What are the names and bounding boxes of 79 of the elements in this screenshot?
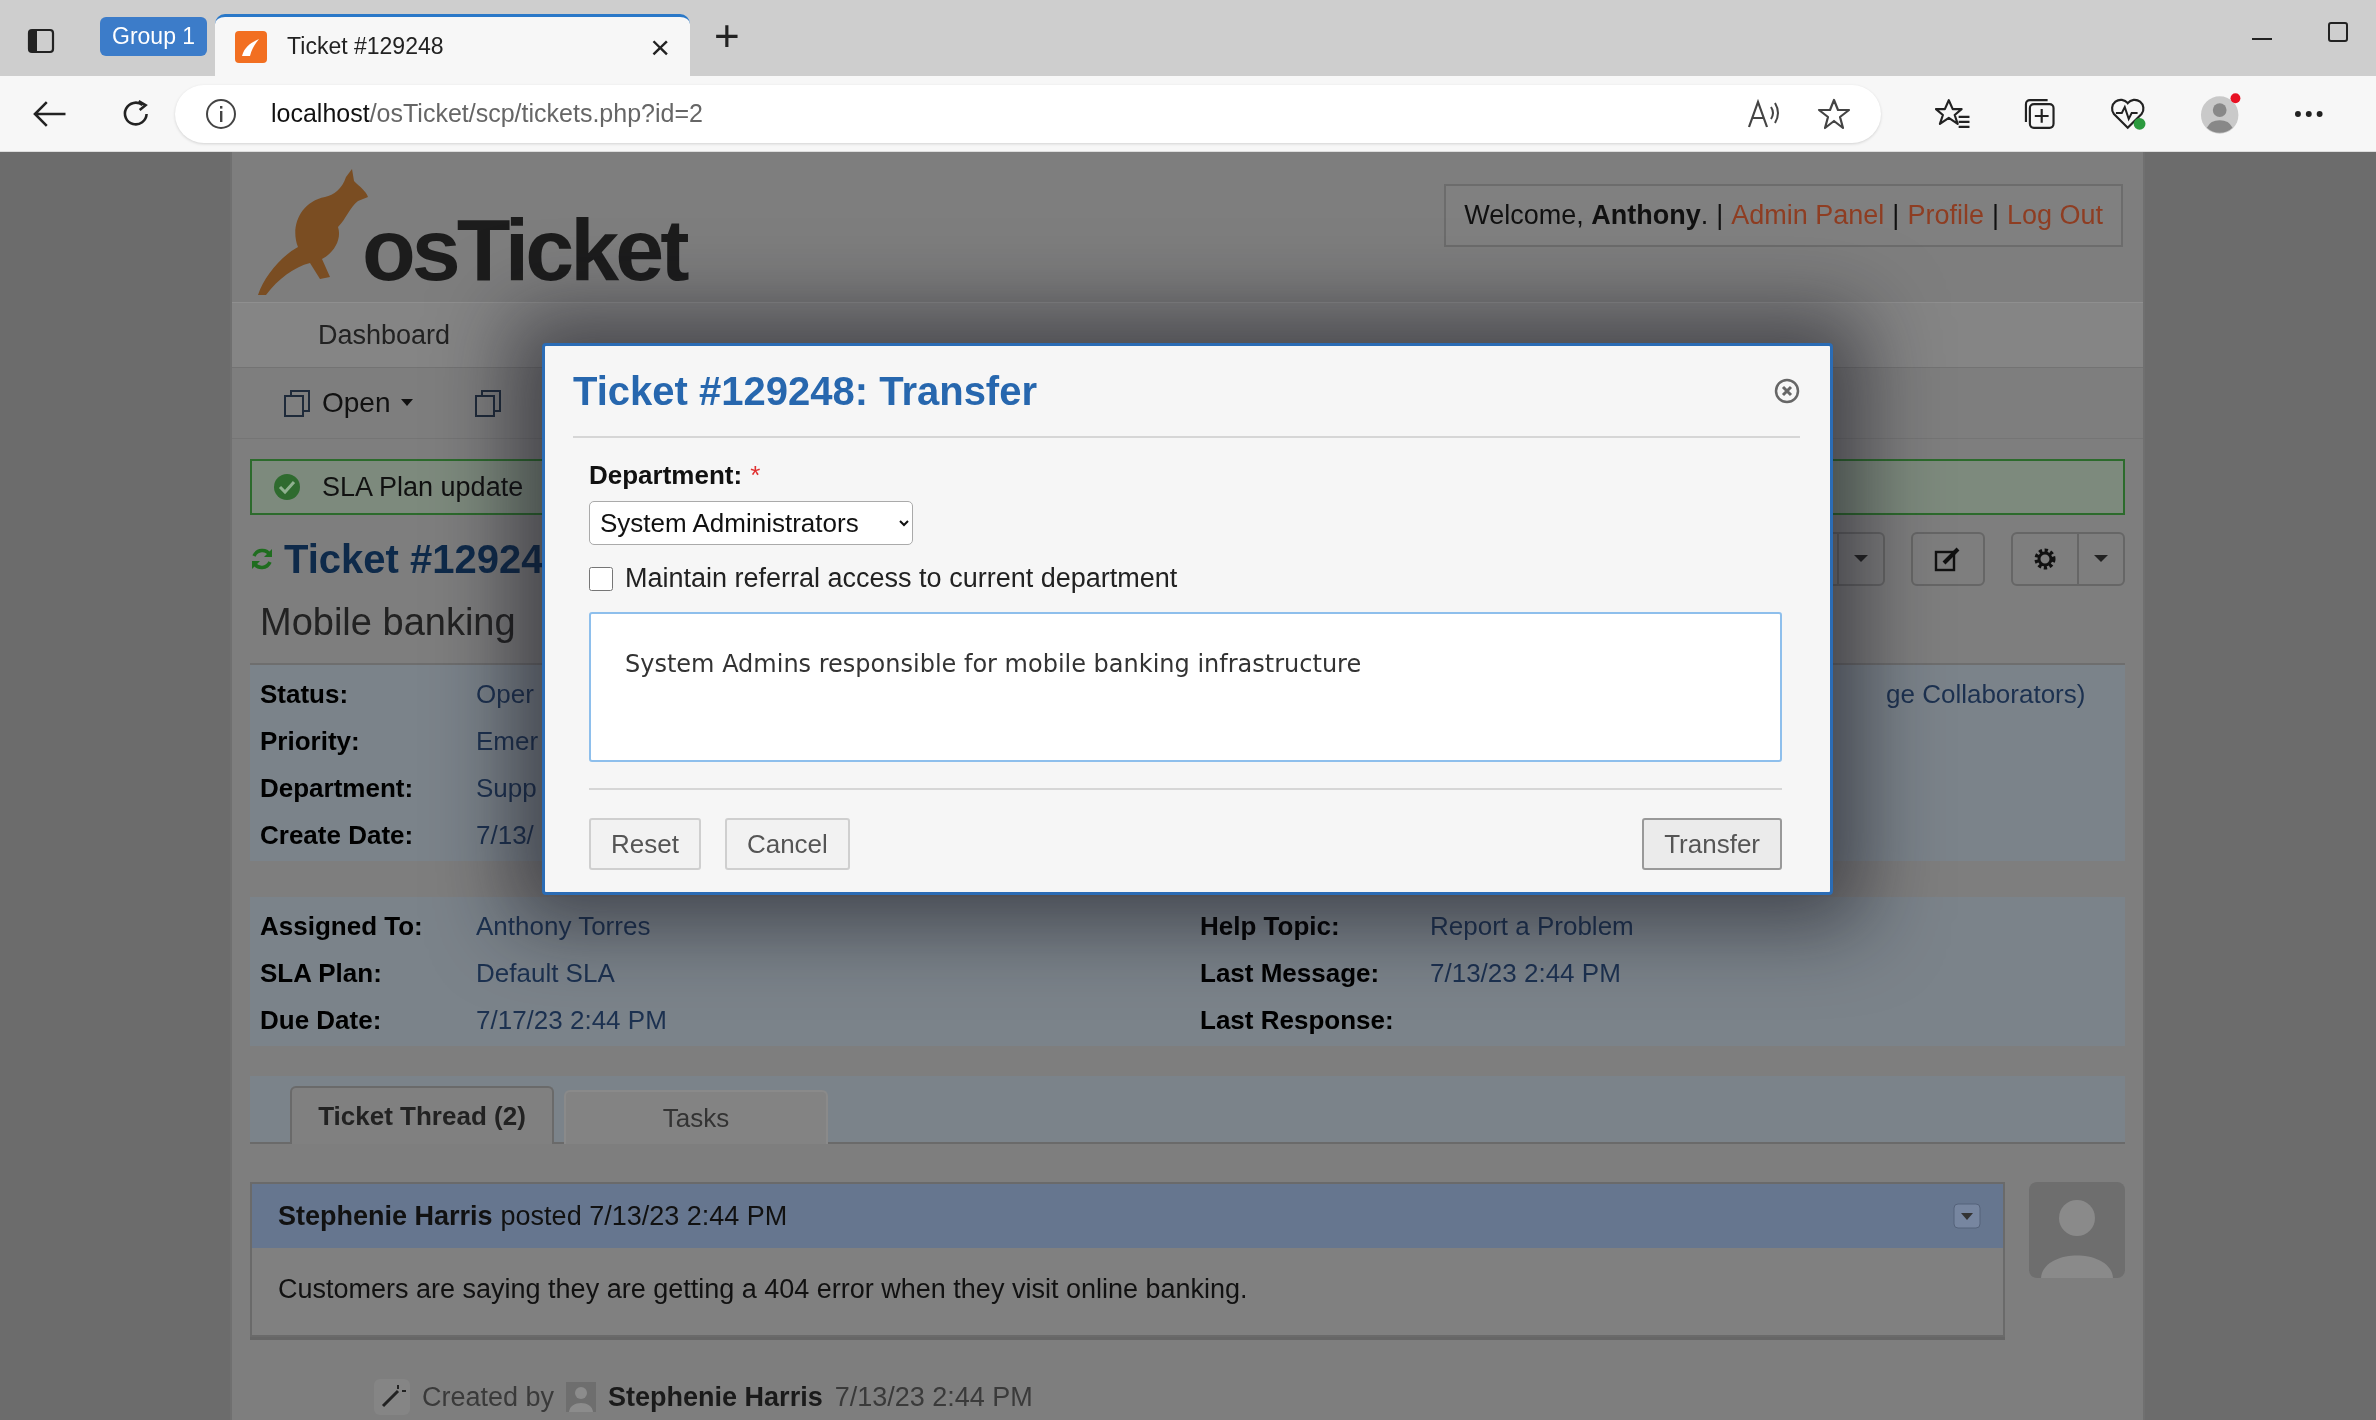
thread-tab[interactable]: Ticket Thread (2) xyxy=(290,1086,554,1144)
separator: | xyxy=(1892,200,1900,231)
favorites-icon[interactable] xyxy=(1934,96,1971,131)
close-tab-button[interactable]: × xyxy=(650,29,671,64)
close-icon[interactable] xyxy=(1774,378,1800,404)
field-value: 7/17/23 2:44 PM xyxy=(476,1005,668,1036)
field-label: Priority: xyxy=(260,726,360,757)
caret-icon xyxy=(400,399,413,407)
comment-field[interactable]: System Admins responsible for mobile banking infrastructure xyxy=(589,612,1782,762)
department-select[interactable]: System Administrators xyxy=(589,501,913,545)
checkbox-label: Maintain referral access to current department xyxy=(625,563,1178,594)
field-label: Last Response: xyxy=(1200,1005,1395,1036)
field-label: Last Message: xyxy=(1200,958,1381,989)
caret-icon xyxy=(1854,555,1868,563)
open-dropdown[interactable]: Open xyxy=(282,387,413,419)
logo-text: osTicket xyxy=(362,199,686,301)
maximize-icon[interactable] xyxy=(2328,22,2348,42)
separator: | xyxy=(1991,200,1999,231)
field-label: Due Date: xyxy=(260,1005,383,1036)
field-value: Anthony Torres xyxy=(476,911,652,942)
edit-button[interactable] xyxy=(1911,532,1985,586)
field-label: Create Date: xyxy=(260,820,414,851)
field-value: Report a Problem xyxy=(1430,911,1635,942)
welcome-text: Welcome, Anthony. xyxy=(1464,200,1709,231)
collaborators-link[interactable]: ge Collaborators) xyxy=(1886,679,2086,709)
field-value: Default SLA xyxy=(476,958,616,989)
field-value: Supp xyxy=(476,773,537,804)
field-label: SLA Plan: xyxy=(260,958,383,989)
field-label: Department: xyxy=(589,460,743,491)
profile-avatar-icon[interactable] xyxy=(2199,91,2243,136)
more-icon[interactable] xyxy=(2294,109,2324,118)
notice-text: SLA Plan update xyxy=(322,471,524,503)
field-value: Emer xyxy=(476,726,539,757)
field-label: Help Topic: xyxy=(1200,911,1341,942)
thread-tab[interactable]: Tasks xyxy=(564,1090,828,1144)
address-field[interactable]: localhost/osTicket/scp/tickets.php?id=2 xyxy=(174,84,1881,143)
separator: | xyxy=(1716,200,1724,231)
copy-icon[interactable] xyxy=(472,388,503,418)
referral-checkbox[interactable] xyxy=(589,566,613,591)
event-time: 7/13/23 2:44 PM xyxy=(834,1381,1033,1413)
entry-body: Customers are saying they are getting a 404 error when they visit online banking. xyxy=(277,1273,1249,1306)
browser-tab[interactable]: Ticket #129248 × xyxy=(215,14,691,76)
field-label: Assigned To: xyxy=(260,911,424,942)
ticket-subject: Mobile banking xyxy=(260,601,517,645)
event-prefix: Created by xyxy=(422,1381,555,1413)
field-value: Oper xyxy=(476,679,534,710)
entry-author: Stephenie Harris xyxy=(278,1200,493,1232)
nav-tab[interactable]: Dashboard xyxy=(318,311,451,359)
sidebar-toggle-icon[interactable] xyxy=(26,26,56,56)
new-tab-button[interactable]: + xyxy=(714,14,740,58)
event-author: Stephenie Harris xyxy=(608,1381,823,1413)
settings-button[interactable] xyxy=(2011,532,2125,586)
settings-icon xyxy=(2032,546,2058,572)
required-mark: * xyxy=(750,460,761,491)
copy-icon xyxy=(282,388,312,418)
info-icon[interactable] xyxy=(204,97,237,130)
transfer-button[interactable]: Transfer xyxy=(1642,818,1782,870)
wand-icon xyxy=(374,1379,410,1415)
field-value: 7/13/23 2:44 PM xyxy=(1430,958,1622,989)
dialog-title: Ticket #129248: Transfer xyxy=(573,368,1037,414)
minimize-icon[interactable] xyxy=(2252,38,2272,42)
dropdown-icon[interactable] xyxy=(1953,1203,1981,1229)
caret-icon xyxy=(2094,555,2108,563)
star-icon[interactable] xyxy=(1816,96,1851,131)
url-text: localhost/osTicket/scp/tickets.php?id=2 xyxy=(270,99,703,128)
field-label: Status: xyxy=(260,679,349,710)
check-circle-icon xyxy=(272,472,302,502)
favicon-icon xyxy=(235,30,268,63)
tab-title: Ticket #129248 xyxy=(287,33,445,60)
avatar-icon xyxy=(2029,1182,2125,1278)
entry-time: posted 7/13/23 2:44 PM xyxy=(500,1200,788,1232)
dialog-button[interactable]: Reset xyxy=(589,818,701,870)
dialog-button[interactable]: Cancel xyxy=(724,818,850,870)
ticket-number[interactable]: Ticket #12924 xyxy=(284,536,544,582)
user-avatar-icon xyxy=(566,1382,597,1412)
edit-icon xyxy=(1934,546,1962,572)
field-value: 7/13/ xyxy=(476,820,534,851)
tab-group-label[interactable]: Group 1 xyxy=(100,17,208,56)
field-label: Department: xyxy=(260,773,414,804)
